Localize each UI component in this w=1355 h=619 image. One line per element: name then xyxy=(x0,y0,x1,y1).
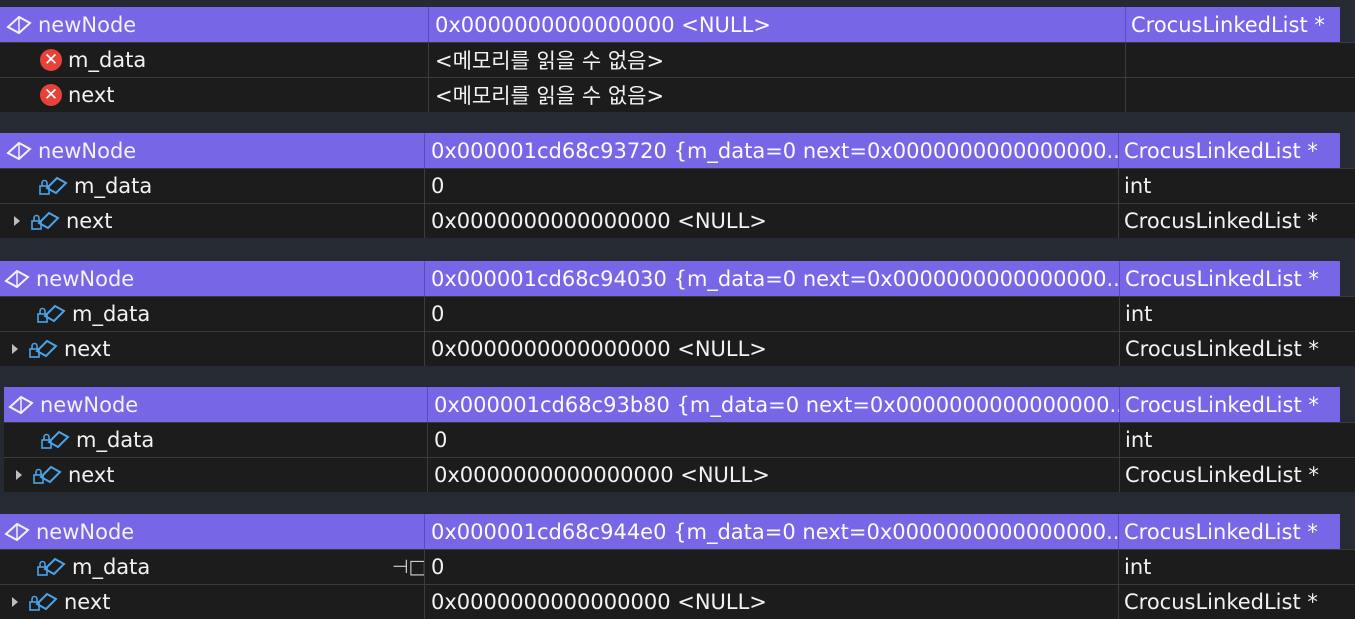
expand-arrow-icon[interactable] xyxy=(12,344,18,354)
variable-type: CrocusLinkedList * xyxy=(1118,204,1355,238)
watch-row-m-data[interactable]: m_data 0 int xyxy=(4,422,1355,457)
variable-name: m_data xyxy=(72,302,151,326)
variable-value[interactable]: 0 xyxy=(427,423,1119,457)
object-icon xyxy=(4,521,30,543)
variable-type: CrocusLinkedList * xyxy=(1119,458,1355,492)
watch-block-2: newNode 0x000001cd68c93720 {m_data=0 nex… xyxy=(0,133,1355,238)
private-field-icon xyxy=(28,337,58,361)
variable-name: m_data xyxy=(74,174,153,198)
variable-name: newNode xyxy=(38,138,137,163)
watch-row-newnode[interactable]: newNode 0x000001cd68c94030 {m_data=0 nex… xyxy=(0,261,1340,296)
variable-value[interactable]: 0x000001cd68c93720 {m_data=0 next=0x0000… xyxy=(424,133,1118,168)
variable-value[interactable]: 0 xyxy=(424,297,1119,331)
expand-arrow-icon[interactable] xyxy=(16,470,22,480)
watch-row-m-data[interactable]: m_data ⊣□ 0 int xyxy=(0,549,1355,584)
variable-value[interactable]: 0x0000000000000000 <NULL> xyxy=(424,585,1118,619)
watch-block-1: newNode 0x0000000000000000 <NULL> Crocus… xyxy=(0,7,1355,112)
watch-row-m-data[interactable]: m_data 0 int xyxy=(0,296,1355,331)
variable-name: newNode xyxy=(38,12,137,37)
private-field-icon xyxy=(36,302,66,326)
variable-name: newNode xyxy=(36,519,135,544)
watch-block-3: newNode 0x000001cd68c94030 {m_data=0 nex… xyxy=(0,261,1355,366)
watch-row-newnode[interactable]: newNode 0x000001cd68c93b80 {m_data=0 nex… xyxy=(4,387,1340,422)
private-field-icon xyxy=(32,463,62,487)
variable-type: int xyxy=(1118,169,1355,203)
variable-name: next xyxy=(66,209,113,233)
watch-row-newnode[interactable]: newNode 0x000001cd68c944e0 {m_data=0 nex… xyxy=(0,514,1340,549)
object-icon xyxy=(6,14,32,36)
variable-type: CrocusLinkedList * xyxy=(1119,332,1355,366)
object-icon xyxy=(4,268,30,290)
variable-value[interactable]: 0x0000000000000000 <NULL> xyxy=(428,7,1125,42)
watch-row-next[interactable]: next 0x0000000000000000 <NULL> CrocusLin… xyxy=(0,331,1355,366)
variable-name: m_data xyxy=(72,555,151,579)
variable-name: newNode xyxy=(40,392,139,417)
error-icon: ✕ xyxy=(40,84,62,106)
variable-value[interactable]: <메모리를 읽을 수 없음> xyxy=(428,78,1125,112)
variable-value[interactable]: 0x0000000000000000 <NULL> xyxy=(424,204,1118,238)
watch-row-next[interactable]: ✕ next <메모리를 읽을 수 없음> xyxy=(0,77,1355,112)
variable-type: int xyxy=(1119,297,1355,331)
variable-value[interactable]: 0x0000000000000000 <NULL> xyxy=(424,332,1119,366)
variable-type: CrocusLinkedList * xyxy=(1125,7,1340,42)
pin-icon[interactable]: ⊣□ xyxy=(392,556,424,578)
variable-type: int xyxy=(1119,423,1355,457)
variable-type: CrocusLinkedList * xyxy=(1118,514,1340,549)
variable-type xyxy=(1125,43,1355,77)
variable-value[interactable]: 0 xyxy=(424,550,1118,584)
watch-row-newnode[interactable]: newNode 0x000001cd68c93720 {m_data=0 nex… xyxy=(0,133,1340,168)
private-field-icon xyxy=(28,590,58,614)
variable-type: CrocusLinkedList * xyxy=(1119,387,1340,422)
variable-value[interactable]: 0 xyxy=(424,169,1118,203)
watch-block-5: newNode 0x000001cd68c944e0 {m_data=0 nex… xyxy=(0,514,1355,619)
watch-block-4: newNode 0x000001cd68c93b80 {m_data=0 nex… xyxy=(4,387,1355,492)
watch-row-m-data[interactable]: ✕ m_data <메모리를 읽을 수 없음> xyxy=(0,42,1355,77)
variable-type: int xyxy=(1118,550,1355,584)
variable-name: newNode xyxy=(36,266,135,291)
error-icon: ✕ xyxy=(40,49,62,71)
object-icon xyxy=(8,394,34,416)
private-field-icon xyxy=(36,555,66,579)
variable-value[interactable]: <메모리를 읽을 수 없음> xyxy=(428,43,1125,77)
watch-row-m-data[interactable]: m_data 0 int xyxy=(0,168,1355,203)
watch-row-next[interactable]: next 0x0000000000000000 <NULL> CrocusLin… xyxy=(4,457,1355,492)
variable-value[interactable]: 0x000001cd68c93b80 {m_data=0 next=0x0000… xyxy=(427,387,1119,422)
variable-type: CrocusLinkedList * xyxy=(1118,133,1340,168)
variable-value[interactable]: 0x000001cd68c94030 {m_data=0 next=0x0000… xyxy=(424,261,1119,296)
expand-arrow-icon[interactable] xyxy=(12,597,18,607)
variable-name: m_data xyxy=(76,428,155,452)
variable-value[interactable]: 0x0000000000000000 <NULL> xyxy=(427,458,1119,492)
variable-name: next xyxy=(64,337,111,361)
watch-row-newnode[interactable]: newNode 0x0000000000000000 <NULL> Crocus… xyxy=(0,7,1340,42)
object-icon xyxy=(6,140,32,162)
variable-name: m_data xyxy=(68,48,147,72)
watch-row-next[interactable]: next 0x0000000000000000 <NULL> CrocusLin… xyxy=(0,203,1355,238)
private-field-icon xyxy=(38,174,68,198)
watch-row-next[interactable]: next 0x0000000000000000 <NULL> CrocusLin… xyxy=(0,584,1355,619)
variable-value[interactable]: 0x000001cd68c944e0 {m_data=0 next=0x0000… xyxy=(424,514,1118,549)
variable-name: next xyxy=(68,83,115,107)
variable-type xyxy=(1125,78,1355,112)
private-field-icon xyxy=(40,428,70,452)
variable-type: CrocusLinkedList * xyxy=(1118,585,1355,619)
variable-name: next xyxy=(64,590,111,614)
variable-type: CrocusLinkedList * xyxy=(1119,261,1340,296)
private-field-icon xyxy=(30,209,60,233)
variable-name: next xyxy=(68,463,115,487)
expand-arrow-icon[interactable] xyxy=(14,216,20,226)
